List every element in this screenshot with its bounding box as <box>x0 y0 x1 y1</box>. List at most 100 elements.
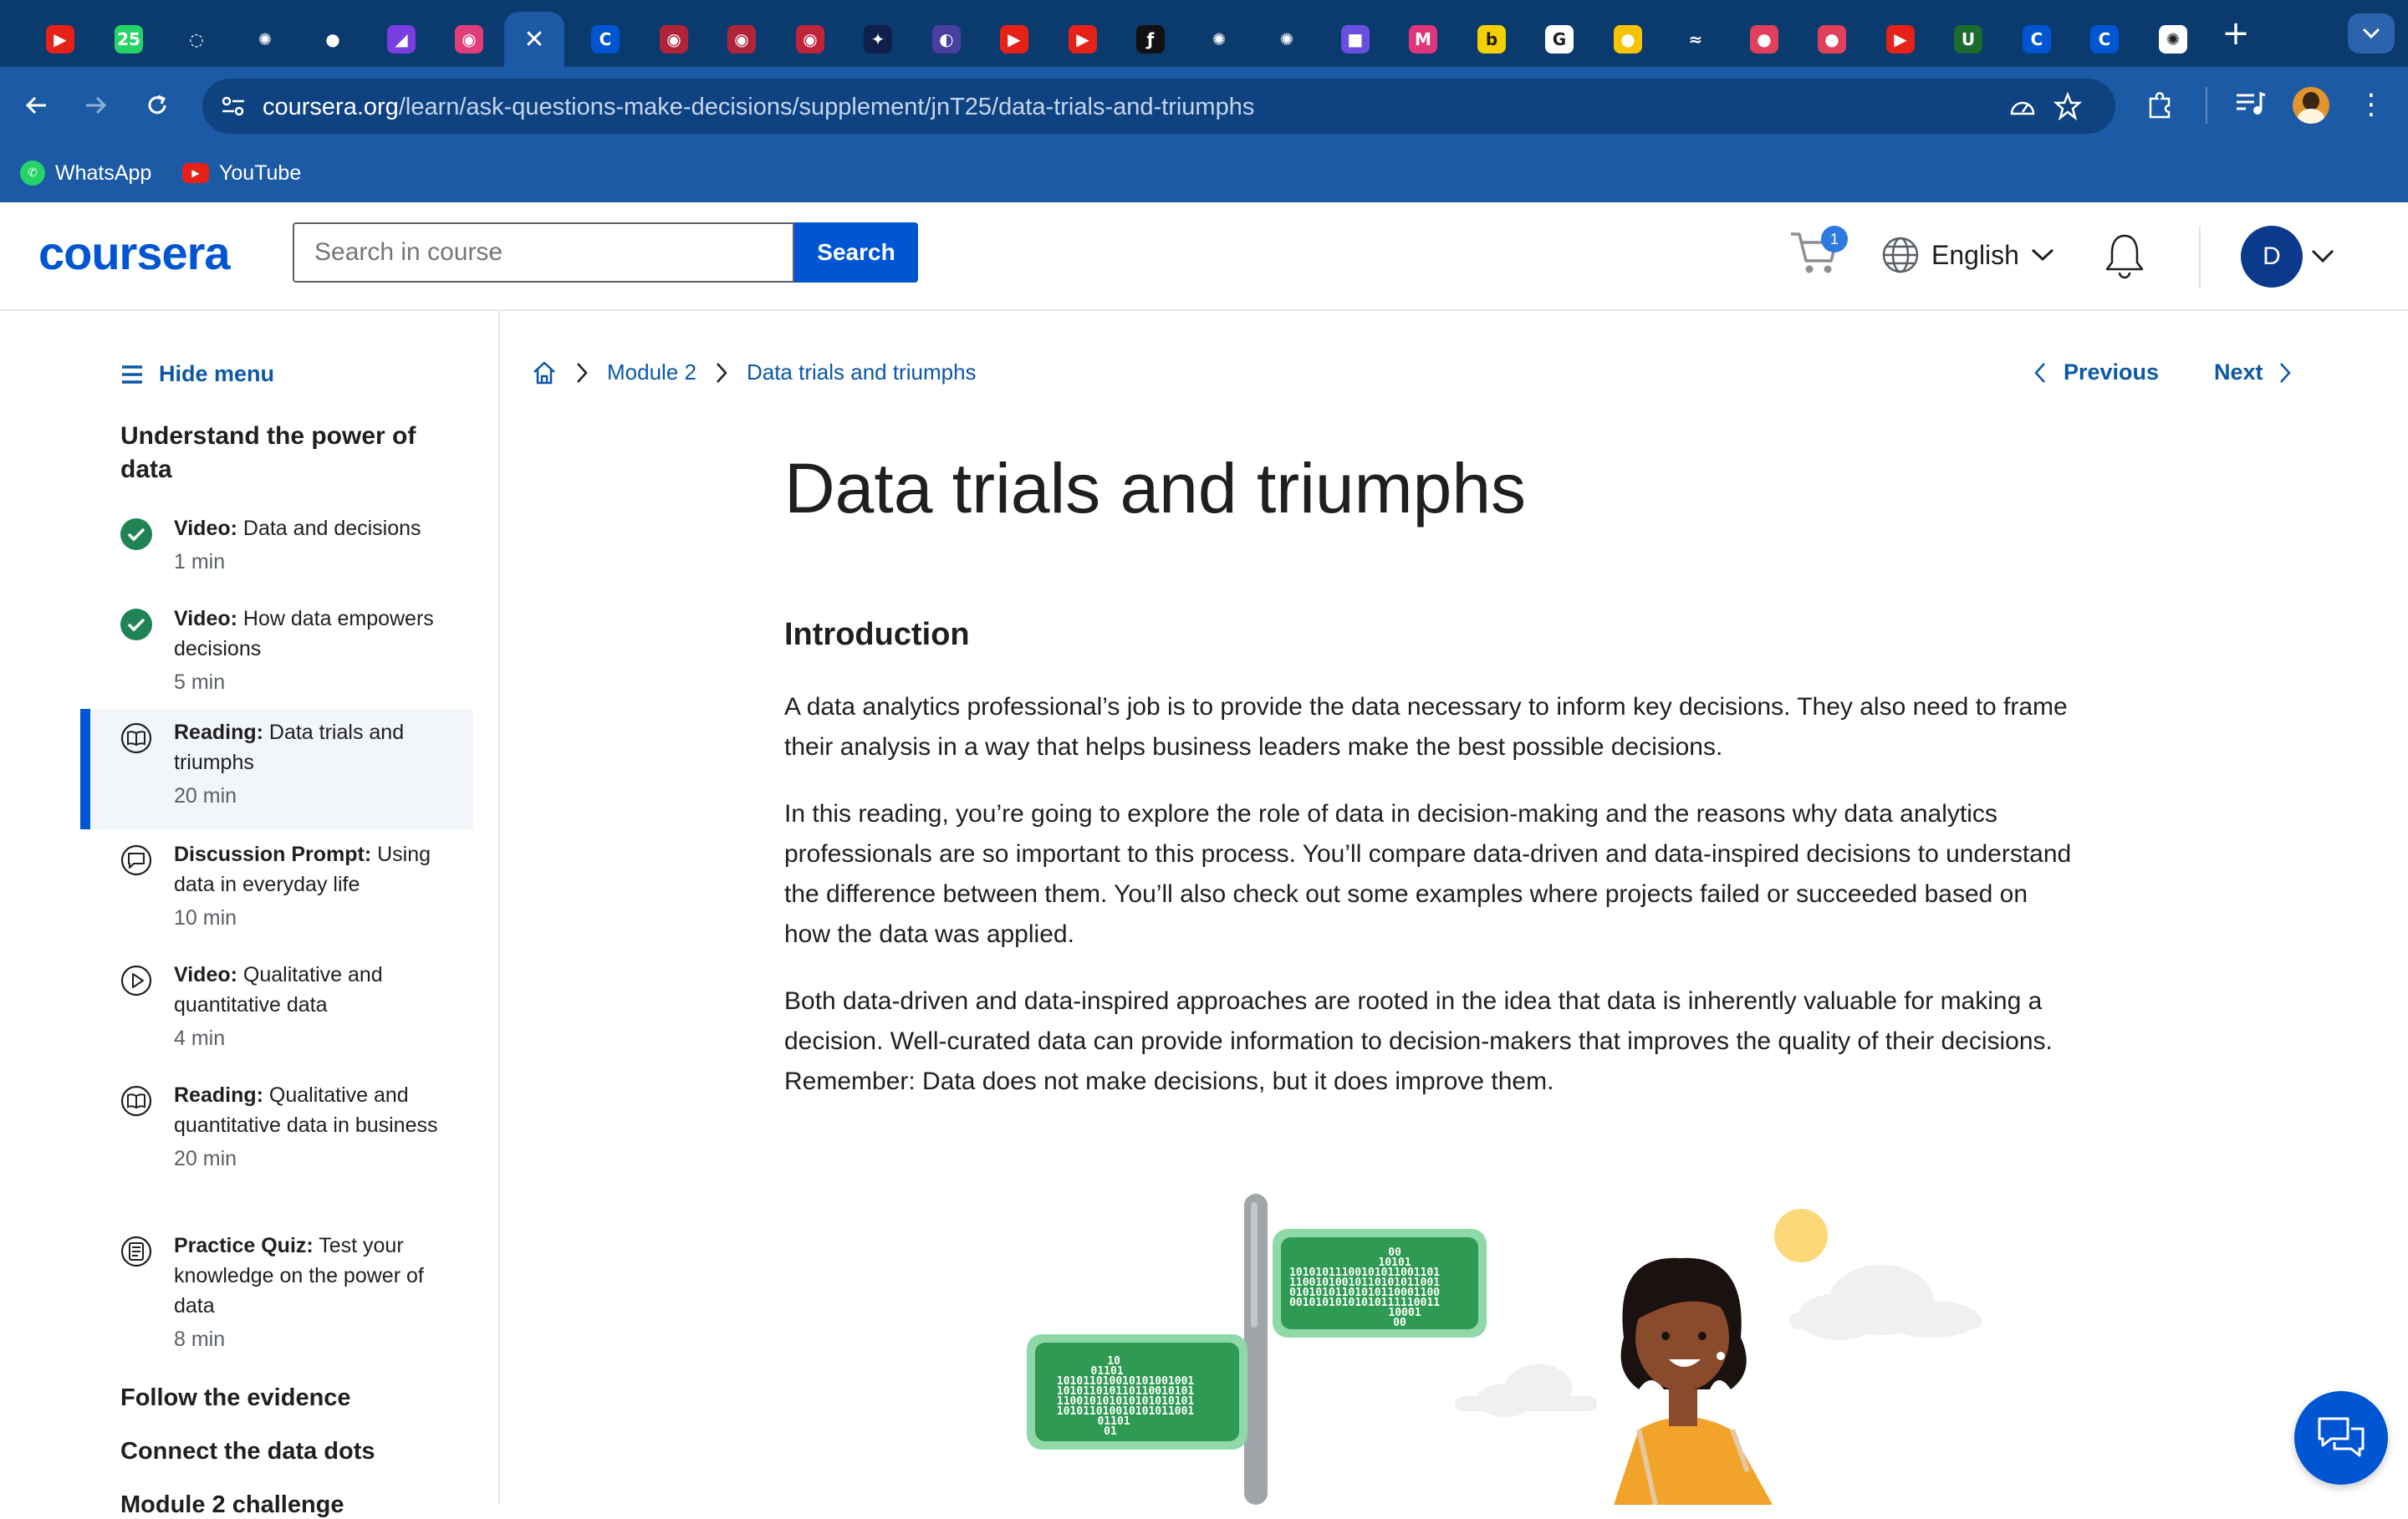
record-tab-3[interactable]: ◉ <box>708 12 775 67</box>
chevron-down-icon[interactable] <box>2311 249 2334 264</box>
youtube-tab-2[interactable]: ▶ <box>981 12 1048 67</box>
sidebar-item-text: Reading: Qualitative and quantitative da… <box>174 1080 441 1174</box>
loading-tab[interactable]: ◌ <box>163 12 230 67</box>
font-icon: ƒ <box>1136 25 1165 54</box>
ball-icon: ● <box>1818 25 1846 54</box>
tab-search-button[interactable] <box>2348 13 2395 54</box>
sidebar-item-discussion-prompt[interactable]: Discussion Prompt: Using data in everyda… <box>80 834 473 948</box>
coursera-icon: C <box>2023 25 2051 54</box>
m-tab[interactable]: M <box>1390 12 1457 67</box>
check-circle-icon <box>120 518 152 550</box>
hide-menu-button[interactable]: Hide menu <box>120 361 274 387</box>
record-tab-2[interactable]: ◉ <box>640 12 707 67</box>
cart-button[interactable]: 1 <box>1788 224 1848 283</box>
b-icon: b <box>1477 25 1506 54</box>
browser-menu-button[interactable]: ⋮ <box>2356 89 2386 122</box>
item-duration: 20 min <box>174 1147 237 1170</box>
section-module-2-challenge[interactable]: Module 2 challenge <box>120 1491 344 1519</box>
openai-tab-4[interactable]: ✺ <box>2140 12 2206 67</box>
module-title: Understand the power of data <box>120 422 416 483</box>
sidebar-item-qualitative-reading[interactable]: Reading: Qualitative and quantitative da… <box>80 1075 473 1219</box>
language-selector[interactable]: English <box>1881 236 2054 274</box>
sidebar-item-practice-quiz[interactable]: Practice Quiz: Test your knowledge on th… <box>80 1226 473 1369</box>
address-bar[interactable]: coursera.org/learn/ask-questions-make-de… <box>202 79 2115 134</box>
record-tab-4[interactable]: ◉ <box>777 12 844 67</box>
chat-icon <box>2318 1417 2365 1457</box>
previous-button[interactable]: Previous <box>2033 359 2159 385</box>
coursera-logo[interactable]: coursera <box>38 226 231 280</box>
media-controls-icon[interactable] <box>2234 90 2266 119</box>
b-tab[interactable]: b <box>1458 12 1525 67</box>
chat-support-button[interactable] <box>2294 1391 2388 1485</box>
font-tab[interactable]: ƒ <box>1117 12 1184 67</box>
coursera-tab-1[interactable]: C <box>572 12 639 67</box>
openai-tab-1[interactable]: ✺ <box>232 12 298 67</box>
sidebar-item-how-data-empowers[interactable]: Video: How data empowers decisions 5 min <box>80 599 473 712</box>
bookmark-whatsapp[interactable]: ✆ WhatsApp <box>20 159 151 187</box>
item-duration: 20 min <box>174 784 237 808</box>
user-avatar[interactable]: D <box>2241 226 2303 288</box>
bookmark-star-icon[interactable] <box>2053 92 2082 120</box>
active-tab[interactable]: ✕ <box>504 12 564 67</box>
chevron-down-icon <box>2362 28 2380 39</box>
performance-icon[interactable] <box>2008 94 2037 119</box>
back-button[interactable] <box>15 84 59 127</box>
home-icon[interactable] <box>532 360 557 385</box>
openai-tab-2[interactable]: ✺ <box>1186 12 1252 67</box>
check-circle-icon <box>120 609 152 640</box>
page-title: Data trials and triumphs <box>784 449 1527 528</box>
sidebar-item-data-and-decisions[interactable]: Video: Data and decisions 1 min <box>80 508 473 592</box>
bell-icon[interactable] <box>2102 232 2147 279</box>
openai-tab-3[interactable]: ✺ <box>1253 12 1320 67</box>
bookmark-label: YouTube <box>219 161 302 185</box>
github-tab[interactable]: ● <box>299 12 366 67</box>
coursera-tab-2[interactable]: C <box>2003 12 2070 67</box>
breadcrumb-current-page[interactable]: Data trials and triumphs <box>747 359 977 385</box>
app-icon: ✦ <box>864 25 892 54</box>
course-search-input[interactable] <box>293 222 794 283</box>
chevron-right-icon <box>717 362 727 383</box>
next-button[interactable]: Next <box>2214 359 2292 385</box>
wave-tab[interactable]: ≈ <box>1662 12 1729 67</box>
youtube-icon: ▶ <box>1069 25 1097 54</box>
dark-app-tab[interactable]: ✦ <box>844 12 911 67</box>
video-tab[interactable]: ■ <box>1322 12 1389 67</box>
ball-tab-2[interactable]: ● <box>1798 12 1865 67</box>
record-tab[interactable]: ◉ <box>436 12 503 67</box>
new-tab-button[interactable]: + <box>2217 17 2254 54</box>
breadcrumb-module-2[interactable]: Module 2 <box>607 359 696 385</box>
sidebar-item-qualitative-video[interactable]: Video: Qualitative and quantitative data… <box>80 955 473 1068</box>
section-connect-the-data-dots[interactable]: Connect the data dots <box>120 1438 375 1465</box>
sun-shape <box>1774 1209 1828 1262</box>
youtube-tab-4[interactable]: ▶ <box>1867 12 1934 67</box>
bookmark-youtube[interactable]: ▶ YouTube <box>182 159 301 187</box>
app-tab[interactable]: ◢ <box>368 12 435 67</box>
circle-tab[interactable]: ● <box>1594 12 1661 67</box>
sidebar-item-data-trials-active[interactable]: Reading: Data trials and triumphs 20 min <box>80 709 473 829</box>
coursera-tab-3[interactable]: C <box>2071 12 2138 67</box>
reload-button[interactable] <box>135 84 179 127</box>
youtube-tab-3[interactable]: ▶ <box>1049 12 1116 67</box>
ball-tab-1[interactable]: ● <box>1731 12 1798 67</box>
extensions-icon[interactable] <box>2145 90 2176 120</box>
m-icon: M <box>1409 25 1437 54</box>
profile-avatar[interactable] <box>2293 87 2329 124</box>
language-label: English <box>1931 239 2019 270</box>
myunt-tab[interactable]: U <box>1935 12 2002 67</box>
site-settings-icon[interactable] <box>221 95 246 117</box>
section-follow-the-evidence[interactable]: Follow the evidence <box>120 1384 351 1412</box>
gemini-icon: ◐ <box>932 25 961 54</box>
close-icon[interactable]: ✕ <box>520 25 548 54</box>
coursera-header: coursera Search 1 English D <box>0 202 2408 311</box>
wave-icon: ≈ <box>1681 25 1710 54</box>
gemini-tab[interactable]: ◐ <box>913 12 980 67</box>
record-icon: ◉ <box>796 25 824 54</box>
google-tab[interactable]: G <box>1526 12 1593 67</box>
search-button[interactable]: Search <box>794 222 918 283</box>
browser-toolbar: coursera.org/learn/ask-questions-make-de… <box>0 67 2408 144</box>
forward-button[interactable] <box>74 84 117 127</box>
myunt-icon: U <box>1954 25 1982 54</box>
record-icon: ◉ <box>455 25 483 54</box>
whatsapp-tab[interactable]: 25 <box>95 12 162 67</box>
youtube-tab[interactable]: ▶ <box>27 12 94 67</box>
